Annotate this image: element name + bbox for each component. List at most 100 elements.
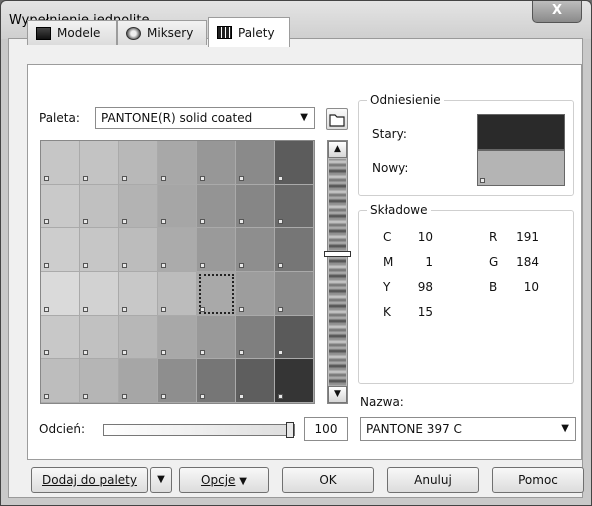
palette-color-cell[interactable] — [197, 272, 236, 316]
palette-color-cell[interactable] — [80, 228, 119, 272]
folder-icon — [329, 114, 345, 127]
spot-color-marker — [278, 393, 283, 399]
spot-color-marker — [200, 262, 205, 268]
palette-color-cell[interactable] — [275, 184, 314, 229]
palette-color-cell[interactable] — [119, 228, 158, 272]
palette-label: Paleta: — [39, 111, 80, 125]
palette-color-cell[interactable] — [80, 315, 119, 360]
rgb-g-label: G — [489, 255, 499, 269]
spot-color-marker — [44, 262, 49, 268]
open-palette-button[interactable] — [326, 108, 348, 130]
spot-color-marker — [44, 219, 49, 225]
spot-color-marker — [122, 393, 127, 399]
strip-position-marker[interactable] — [324, 251, 351, 257]
palette-color-cell[interactable] — [197, 228, 236, 272]
add-to-palette-button[interactable]: Dodaj do palety — [31, 467, 148, 493]
ok-button[interactable]: OK — [282, 467, 374, 493]
spot-color-marker — [161, 306, 166, 312]
spot-color-marker — [200, 350, 205, 356]
spot-color-marker — [239, 350, 244, 356]
strip-scroll-up-button[interactable]: ▲ — [328, 141, 347, 158]
spot-color-marker — [200, 219, 205, 225]
palette-color-cell[interactable] — [41, 141, 80, 185]
palette-color-cell[interactable] — [80, 359, 119, 403]
old-color-swatch — [477, 114, 565, 150]
tint-value-field[interactable]: 100 — [304, 417, 348, 441]
square-icon — [36, 26, 51, 40]
cmyk-y-label: Y — [383, 280, 391, 294]
palette-color-cell[interactable] — [236, 359, 275, 403]
spot-color-marker — [161, 219, 166, 225]
palette-color-cell[interactable] — [80, 272, 119, 316]
add-to-palette-label: Dodaj do palety — [42, 473, 137, 487]
spot-color-marker — [161, 262, 166, 268]
help-button[interactable]: Pomoc — [492, 467, 584, 493]
palette-color-cell[interactable] — [41, 228, 80, 272]
palette-color-cell[interactable] — [158, 228, 197, 272]
spot-color-marker — [122, 262, 127, 268]
tab-palety-label: Palety — [238, 25, 275, 40]
tint-slider-track[interactable] — [103, 424, 295, 436]
cancel-button[interactable]: Anuluj — [387, 467, 479, 493]
cmyk-m-label: M — [383, 255, 394, 269]
palette-color-cell[interactable] — [275, 228, 314, 272]
spot-color-marker — [83, 350, 88, 356]
close-button[interactable]: X — [532, 1, 582, 23]
tab-miksery[interactable]: Miksery — [117, 20, 207, 45]
palette-color-cell[interactable] — [80, 141, 119, 185]
spot-color-marker — [278, 219, 283, 225]
palette-color-cell[interactable] — [119, 359, 158, 403]
palette-color-cell[interactable] — [197, 141, 236, 185]
palette-color-cell[interactable] — [275, 359, 314, 403]
palette-color-cell[interactable] — [119, 315, 158, 360]
palette-color-cell[interactable] — [197, 359, 236, 403]
palette-select[interactable]: PANTONE(R) solid coated ▼ — [95, 107, 315, 129]
palette-color-cell[interactable] — [236, 272, 275, 316]
palette-color-cell[interactable] — [275, 272, 314, 316]
mixer-icon — [126, 26, 141, 40]
options-button[interactable]: Opcje ▼ — [179, 467, 269, 493]
spot-color-marker — [239, 175, 244, 181]
palette-color-cell[interactable] — [41, 359, 80, 403]
tab-palety[interactable]: Palety — [208, 17, 290, 47]
spot-color-marker — [122, 175, 127, 181]
palette-color-cell[interactable] — [158, 141, 197, 185]
palette-color-cell[interactable] — [236, 184, 275, 229]
color-name-select[interactable]: PANTONE 397 C ▼ — [360, 417, 576, 441]
palette-color-cell[interactable] — [119, 272, 158, 316]
strip-scroll-down-button[interactable]: ▼ — [328, 386, 347, 403]
color-name-value: PANTONE 397 C — [366, 422, 462, 436]
spot-color-marker — [200, 393, 205, 399]
chevron-down-icon: ▼ — [157, 474, 165, 485]
tint-label: Odcień: — [39, 422, 86, 436]
palette-color-cell[interactable] — [41, 184, 80, 229]
palette-color-cell[interactable] — [275, 315, 314, 360]
palette-color-cell[interactable] — [236, 315, 275, 360]
palette-color-cell[interactable] — [197, 184, 236, 229]
tab-modele[interactable]: Modele — [27, 20, 117, 45]
palette-color-cell[interactable] — [41, 315, 80, 360]
spot-color-marker — [480, 178, 485, 183]
palette-color-cell[interactable] — [41, 272, 80, 316]
cmyk-k-label: K — [383, 305, 391, 319]
palette-color-cell[interactable] — [275, 141, 314, 185]
palette-color-cell[interactable] — [236, 228, 275, 272]
palette-color-cell[interactable] — [236, 141, 275, 185]
spot-color-marker — [44, 175, 49, 181]
old-color-label: Stary: — [372, 127, 407, 141]
spot-color-marker — [44, 350, 49, 356]
palette-color-cell[interactable] — [119, 141, 158, 185]
palette-color-cell[interactable] — [197, 315, 236, 360]
name-label: Nazwa: — [360, 395, 404, 409]
palette-color-cell[interactable] — [158, 315, 197, 360]
palette-color-cell[interactable] — [119, 184, 158, 229]
add-to-palette-dropdown-button[interactable]: ▼ — [150, 467, 172, 493]
palette-color-strip: ▲ ▼ — [324, 140, 351, 404]
components-group-title: Składowe — [367, 203, 431, 217]
palette-color-cell[interactable] — [158, 359, 197, 403]
tint-slider-thumb[interactable] — [286, 422, 294, 438]
palette-color-cell[interactable] — [80, 184, 119, 229]
palette-color-cell[interactable] — [158, 272, 197, 316]
spot-color-marker — [278, 175, 283, 181]
palette-color-cell[interactable] — [158, 184, 197, 229]
